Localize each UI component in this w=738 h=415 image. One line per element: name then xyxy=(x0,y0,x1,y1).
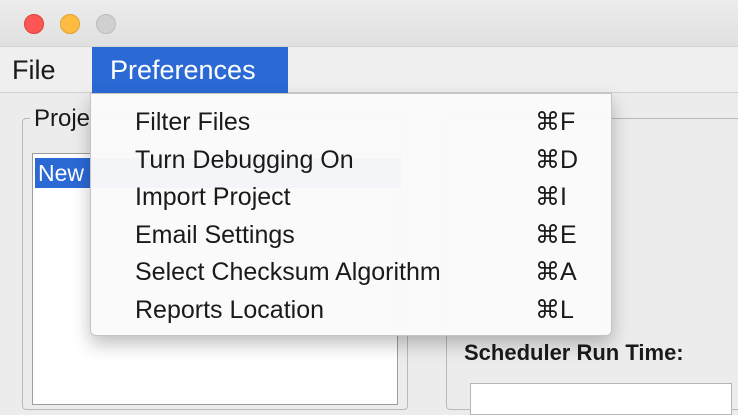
menu-bar: File Preferences xyxy=(0,46,738,93)
menu-item-import-project[interactable]: Import Project ⌘I xyxy=(91,179,611,217)
menu-item-label: Email Settings xyxy=(135,220,295,249)
menu-item-label: Reports Location xyxy=(135,295,325,324)
menu-item-shortcut: ⌘L xyxy=(535,295,574,324)
menu-item-turn-debugging-on[interactable]: Turn Debugging On ⌘D xyxy=(91,142,611,180)
menu-preferences[interactable]: Preferences xyxy=(92,47,288,93)
menu-item-shortcut: ⌘A xyxy=(535,258,577,287)
maximize-window-icon[interactable] xyxy=(96,14,116,34)
menu-item-shortcut: ⌘F xyxy=(535,108,576,136)
menu-item-label: Turn Debugging On xyxy=(135,145,354,174)
menu-item-select-checksum-algorithm[interactable]: Select Checksum Algorithm ⌘A xyxy=(91,254,611,292)
menu-item-shortcut: ⌘D xyxy=(535,145,579,174)
menu-item-shortcut: ⌘E xyxy=(535,220,577,249)
menu-item-shortcut: ⌘I xyxy=(535,183,567,212)
title-bar xyxy=(0,0,738,46)
close-window-icon[interactable] xyxy=(24,14,44,34)
projects-label: Proje xyxy=(30,105,95,133)
menu-item-email-settings[interactable]: Email Settings ⌘E xyxy=(91,217,611,255)
minimize-window-icon[interactable] xyxy=(60,14,80,34)
menu-item-label: Import Project xyxy=(135,183,291,212)
menu-file[interactable]: File xyxy=(2,47,88,93)
menu-item-label: Filter Files xyxy=(135,108,251,136)
preferences-dropdown-menu: Filter Files ⌘F Turn Debugging On ⌘D Imp… xyxy=(90,93,612,336)
scheduler-time-input[interactable] xyxy=(470,383,732,415)
menu-item-filter-files[interactable]: Filter Files ⌘F xyxy=(91,104,611,142)
scheduler-run-time-label: Scheduler Run Time: xyxy=(464,340,684,365)
menu-item-label: Select Checksum Algorithm xyxy=(135,258,441,287)
menu-item-reports-location[interactable]: Reports Location ⌘L xyxy=(91,292,611,330)
